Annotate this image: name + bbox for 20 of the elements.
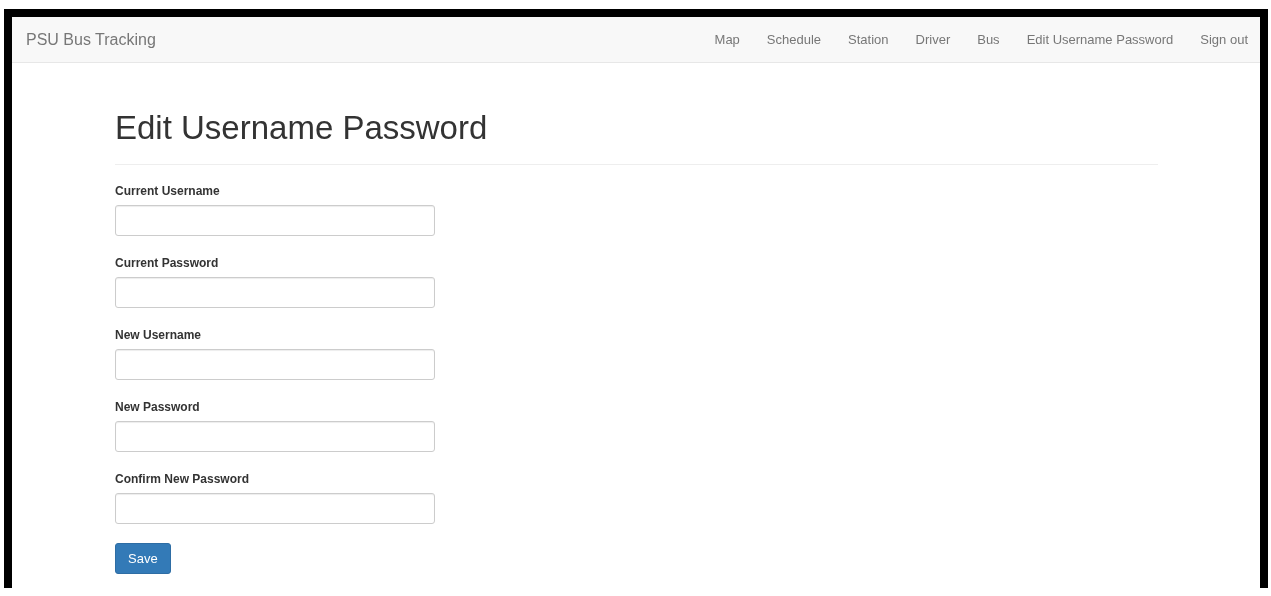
field-label: New Username bbox=[115, 328, 203, 342]
nav-link[interactable]: Map bbox=[701, 32, 754, 47]
input-field[interactable] bbox=[115, 421, 435, 452]
nav-link[interactable]: Sign out bbox=[1186, 32, 1248, 47]
nav-link[interactable]: Driver bbox=[902, 32, 964, 47]
nav-link[interactable]: Edit Username Password bbox=[1013, 32, 1187, 47]
input-field[interactable] bbox=[115, 493, 435, 524]
field-label: Current Username bbox=[115, 184, 221, 198]
page-heading: Edit Username Password bbox=[115, 108, 489, 148]
input-field[interactable] bbox=[115, 277, 435, 308]
nav-link[interactable]: Schedule bbox=[753, 32, 835, 47]
field-label: New Password bbox=[115, 400, 201, 414]
nav-link[interactable]: Bus bbox=[963, 32, 1014, 47]
input-field[interactable] bbox=[115, 205, 435, 236]
nav-link[interactable]: Station bbox=[834, 32, 903, 47]
field-label: Current Password bbox=[115, 256, 220, 270]
input-field[interactable] bbox=[115, 349, 435, 380]
save-button[interactable]: Save bbox=[115, 543, 171, 574]
field-label: Confirm New Password bbox=[115, 472, 251, 486]
brand-link[interactable]: PSU Bus Tracking bbox=[26, 30, 156, 49]
